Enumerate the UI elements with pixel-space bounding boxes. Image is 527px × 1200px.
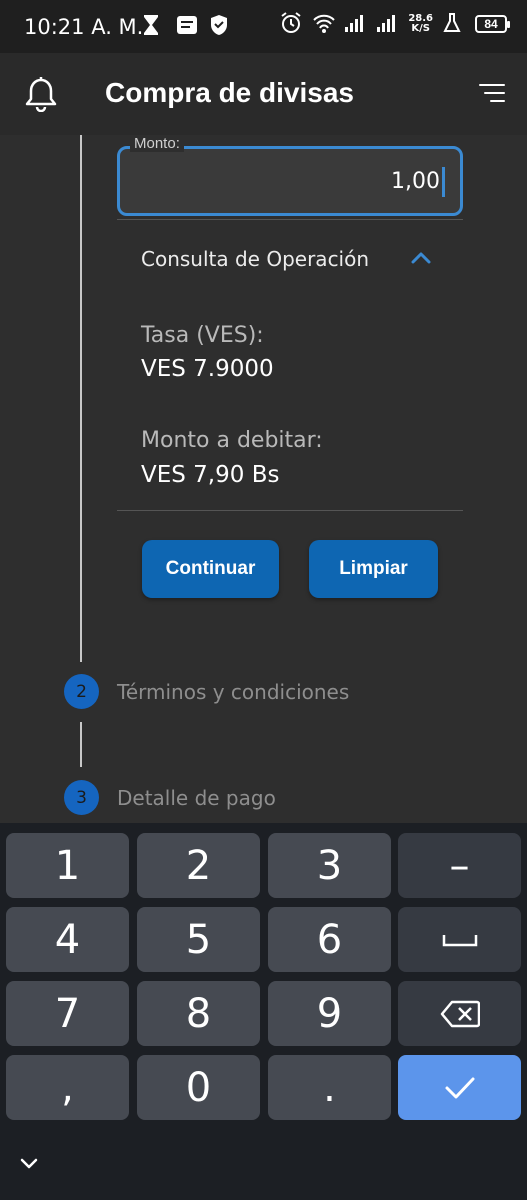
chevron-down-icon[interactable] <box>18 1156 40 1172</box>
status-time: 10:21 A. M. <box>24 15 144 39</box>
message-icon <box>176 14 198 38</box>
shield-icon <box>209 14 231 38</box>
stepper-connector <box>80 135 82 662</box>
page-title: Compra de divisas <box>105 77 354 108</box>
status-bar: 10:21 A. M. 28.6 K/S 84 <box>0 0 527 53</box>
key-period[interactable]: . <box>268 1055 391 1120</box>
key-7[interactable]: 7 <box>6 981 129 1046</box>
amount-input-label: Monto: <box>130 135 184 152</box>
signal-icon <box>344 12 366 36</box>
network-speed-unit: K/S <box>411 23 430 34</box>
divider <box>117 510 463 511</box>
checkmark-icon <box>445 1077 474 1098</box>
network-speed: 28.6 K/S <box>408 14 433 34</box>
alarm-icon <box>280 12 302 36</box>
flask-icon <box>443 12 465 36</box>
step-number-badge[interactable]: 3 <box>64 780 99 815</box>
wifi-icon <box>312 12 336 36</box>
menu-icon[interactable] <box>479 81 505 105</box>
main-content: Monto: 1,00 Consulta de Operación Tasa (… <box>0 135 527 823</box>
rate-value: VES 7.9000 <box>141 356 274 382</box>
key-1[interactable]: 1 <box>6 833 129 898</box>
amount-input-value[interactable]: 1,00 <box>391 169 440 194</box>
battery-indicator: 84 <box>475 15 510 33</box>
key-3[interactable]: 3 <box>268 833 391 898</box>
status-notification-icons <box>143 14 231 38</box>
step-number-badge[interactable]: 2 <box>64 674 99 709</box>
operation-panel-title[interactable]: Consulta de Operación <box>141 247 369 271</box>
key-minus[interactable]: – <box>398 833 521 898</box>
clear-button[interactable]: Limpiar <box>309 540 438 598</box>
key-8[interactable]: 8 <box>137 981 260 1046</box>
rate-label: Tasa (VES): <box>141 323 264 348</box>
signal-icon <box>376 12 398 36</box>
step-label-terms[interactable]: Términos y condiciones <box>117 680 349 704</box>
key-5[interactable]: 5 <box>137 907 260 972</box>
backspace-key[interactable] <box>398 981 521 1046</box>
step-label-payment-detail[interactable]: Detalle de pago <box>117 786 276 810</box>
enter-key[interactable] <box>398 1055 521 1120</box>
amount-input[interactable]: Monto: 1,00 <box>117 135 463 216</box>
stepper-connector <box>80 722 82 767</box>
key-4[interactable]: 4 <box>6 907 129 972</box>
status-system-icons: 28.6 K/S 84 <box>280 12 510 36</box>
space-icon <box>442 934 477 946</box>
chevron-up-icon[interactable] <box>410 249 432 267</box>
key-6[interactable]: 6 <box>268 907 391 972</box>
debit-amount-value: VES 7,90 Bs <box>141 462 280 488</box>
app-bar: Compra de divisas <box>0 53 527 135</box>
hourglass-icon <box>143 14 165 38</box>
key-0[interactable]: 0 <box>137 1055 260 1120</box>
bell-icon[interactable] <box>24 76 58 113</box>
text-cursor <box>442 167 445 197</box>
space-key[interactable] <box>398 907 521 972</box>
debit-amount-label: Monto a debitar: <box>141 428 323 453</box>
backspace-icon <box>440 1000 480 1027</box>
key-9[interactable]: 9 <box>268 981 391 1046</box>
numeric-keyboard: 1 2 3 – 4 5 6 7 8 9 , 0 . <box>0 823 527 1200</box>
key-2[interactable]: 2 <box>137 833 260 898</box>
divider <box>117 219 463 220</box>
continue-button[interactable]: Continuar <box>142 540 279 598</box>
key-comma[interactable]: , <box>6 1055 129 1120</box>
